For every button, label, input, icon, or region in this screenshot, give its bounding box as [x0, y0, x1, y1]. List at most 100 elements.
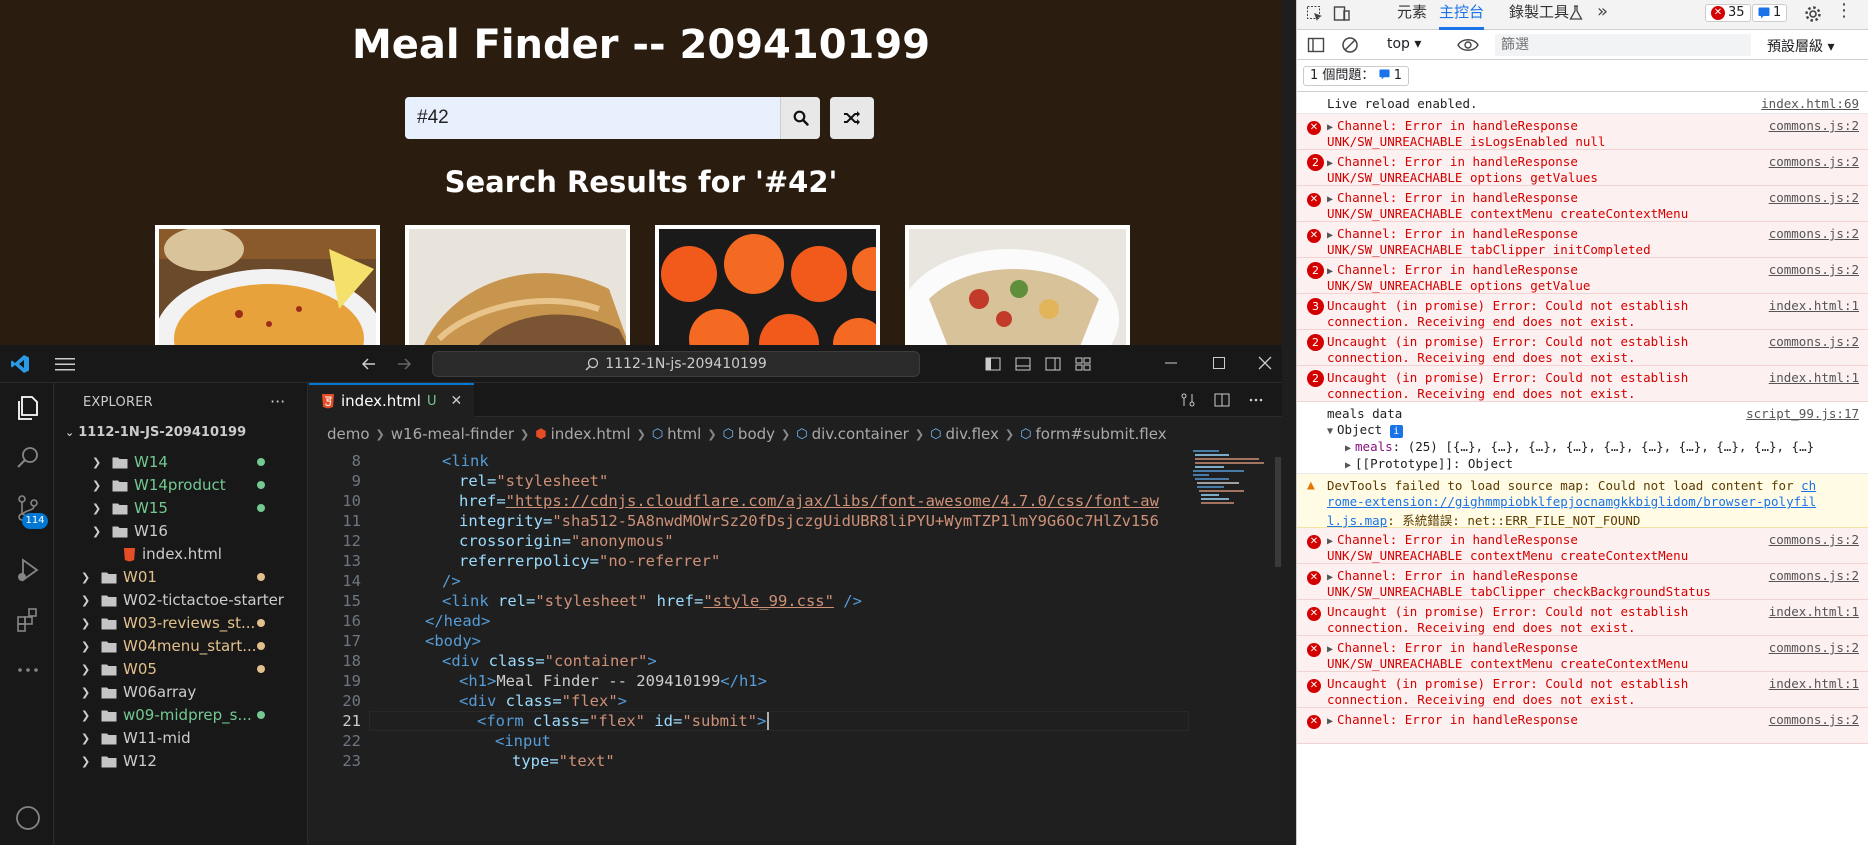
breadcrumb-item[interactable]: html	[667, 425, 701, 443]
console-filter-input[interactable]	[1495, 34, 1751, 56]
issues-button[interactable]: 1 個問題： 1	[1303, 66, 1409, 86]
console-error[interactable]: 2 Uncaught (in promise) Error: Could not …	[1297, 330, 1868, 366]
console-error[interactable]: 2 ▶ Channel: Error in handleResponse UNK/SW…	[1297, 150, 1868, 186]
random-button[interactable]	[830, 97, 874, 139]
source-link[interactable]: commons.js:2	[1769, 118, 1859, 133]
tree-item[interactable]: ❯ W01	[81, 566, 265, 588]
console-error[interactable]: ✕ ▶ Channel: Error in handleResponse UNK/SW…	[1297, 186, 1868, 222]
breadcrumb-item[interactable]: demo	[327, 425, 370, 443]
more-tabs-icon[interactable]: »	[1597, 1, 1608, 22]
source-link[interactable]: index.html:1	[1769, 298, 1859, 313]
search-button[interactable]	[780, 97, 820, 139]
eye-icon[interactable]	[1457, 37, 1479, 53]
expand-triangle-icon[interactable]: ▶	[1345, 460, 1351, 471]
close-tab-icon[interactable]: ✕	[451, 393, 463, 409]
console-error[interactable]: ✕ ▶ Channel: Error in handleResponse UNK/SW…	[1297, 114, 1868, 150]
console-message[interactable]: Live reload enabled. index.html:69	[1297, 92, 1868, 114]
device-toolbar-icon[interactable]	[1333, 5, 1351, 23]
error-count-badge[interactable]: ✕ 35	[1705, 4, 1751, 22]
clear-console-icon[interactable]	[1341, 36, 1359, 54]
expand-triangle-icon[interactable]: ▶	[1345, 443, 1351, 454]
maximize-icon[interactable]	[1210, 354, 1228, 372]
console-error[interactable]: 3 Uncaught (in promise) Error: Could not …	[1297, 294, 1868, 330]
open-changes-icon[interactable]	[1180, 392, 1196, 408]
toggle-sidebar-icon[interactable]	[985, 356, 1001, 372]
expand-triangle-icon[interactable]: ▶	[1327, 158, 1333, 169]
explorer-icon[interactable]	[13, 393, 43, 423]
meal-card[interactable]	[155, 225, 380, 355]
tree-item[interactable]: ❯ W05	[81, 658, 265, 680]
tree-item[interactable]: ❯ W12	[81, 750, 157, 772]
expand-triangle-icon[interactable]: ▶	[1327, 536, 1333, 547]
customize-layout-icon[interactable]	[1075, 356, 1091, 372]
source-link[interactable]: commons.js:2	[1769, 568, 1859, 583]
expand-triangle-icon[interactable]: ▶	[1327, 230, 1333, 241]
source-link[interactable]: index.html:1	[1769, 370, 1859, 385]
extensions-icon[interactable]	[13, 605, 43, 635]
source-link[interactable]: index.html:1	[1769, 604, 1859, 619]
source-link[interactable]: index.html:69	[1761, 96, 1859, 111]
console-error[interactable]: ✕ Uncaught (in promise) Error: Could not …	[1297, 672, 1868, 708]
source-link[interactable]: script_99.js:17	[1746, 406, 1859, 421]
source-link[interactable]: commons.js:2	[1769, 226, 1859, 241]
console-log-meals[interactable]: meals data script_99.js:17 ▼ Object i ▶ meals…	[1297, 402, 1868, 474]
sidebar-toggle-icon[interactable]	[1307, 36, 1325, 54]
breadcrumb-item[interactable]: div.flex	[945, 425, 998, 443]
minimap[interactable]	[1189, 447, 1282, 845]
expand-triangle-icon[interactable]: ▶	[1327, 122, 1333, 133]
console-error[interactable]: 2 ▶ Channel: Error in handleResponse UNK/SW…	[1297, 258, 1868, 294]
source-link[interactable]: commons.js:2	[1769, 712, 1859, 727]
tree-item[interactable]: ❯ W06array	[81, 681, 196, 703]
tree-item[interactable]: ❯ W15	[92, 497, 265, 519]
console-error[interactable]: ✕ Uncaught (in promise) Error: Could not …	[1297, 600, 1868, 636]
breadcrumb-item[interactable]: w16-meal-finder	[391, 425, 514, 443]
console-error[interactable]: ✕ ▶ Channel: Error in handleResponse UNK/SW…	[1297, 528, 1868, 564]
tree-item[interactable]: ❯ W16	[92, 520, 168, 542]
source-link[interactable]: commons.js:2	[1769, 640, 1859, 655]
tree-item[interactable]: ❯ W11-mid	[81, 727, 191, 749]
tree-item[interactable]: ❯ W14product	[92, 474, 265, 496]
search-icon[interactable]	[13, 443, 43, 473]
tree-item[interactable]: ❯ W02-tictactoe-starter	[81, 589, 284, 611]
tab-recorder[interactable]: 錄製工具	[1509, 0, 1569, 30]
expand-triangle-icon[interactable]: ▶	[1327, 572, 1333, 583]
meal-card[interactable]	[655, 225, 880, 355]
run-debug-icon[interactable]	[13, 555, 43, 585]
expand-triangle-icon[interactable]: ▶	[1327, 644, 1333, 655]
context-selector[interactable]: top ▾	[1387, 36, 1421, 52]
source-link[interactable]: commons.js:2	[1769, 262, 1859, 277]
source-link[interactable]: commons.js:2	[1769, 532, 1859, 547]
message-count-badge[interactable]: 1	[1752, 4, 1788, 22]
more-icon[interactable]	[13, 655, 43, 685]
workspace-root[interactable]: ⌄ 1112-1N-JS-209410199	[65, 425, 246, 440]
inspect-element-icon[interactable]	[1306, 5, 1324, 23]
account-icon[interactable]	[13, 803, 43, 833]
source-link[interactable]: commons.js:2	[1769, 190, 1859, 205]
tab-index-html[interactable]: index.html U ✕	[309, 383, 474, 417]
source-link[interactable]: index.html:1	[1769, 676, 1859, 691]
source-link[interactable]: commons.js:2	[1769, 334, 1859, 349]
source-control-button[interactable]: 114	[0, 493, 54, 533]
log-levels-dropdown[interactable]: 預設層級 ▾	[1767, 36, 1834, 56]
source-link[interactable]: commons.js:2	[1769, 154, 1859, 169]
console-error[interactable]: 2 Uncaught (in promise) Error: Could not …	[1297, 366, 1868, 402]
gear-icon[interactable]	[1804, 5, 1822, 23]
tab-elements[interactable]: 元素	[1397, 0, 1427, 30]
kebab-menu-icon[interactable]: ⋮	[1835, 0, 1853, 21]
expand-triangle-icon[interactable]: ▶	[1327, 194, 1333, 205]
meal-card[interactable]	[905, 225, 1130, 355]
tree-item[interactable]: ❯ W04menu_start...	[81, 635, 265, 657]
console-error[interactable]: ✕ ▶ Channel: Error in handleResponse UNK/SW…	[1297, 636, 1868, 672]
tree-item[interactable]: ❯ W14	[92, 451, 265, 473]
expand-triangle-icon[interactable]: ▼	[1327, 426, 1333, 437]
split-editor-icon[interactable]	[1214, 392, 1230, 408]
console-warning[interactable]: ▲ DevTools failed to load source map: Cou…	[1297, 474, 1868, 528]
toggle-secondary-sidebar-icon[interactable]	[1045, 356, 1061, 372]
command-center[interactable]: 1112-1N-js-209410199	[432, 351, 920, 377]
breadcrumb-item[interactable]: body	[738, 425, 775, 443]
scrollbar-thumb[interactable]	[1275, 457, 1281, 567]
console-error[interactable]: ✕ ▶ Channel: Error in handleResponse UNK/SW…	[1297, 222, 1868, 258]
console-error[interactable]: ✕ ▶ Channel: Error in handleResponse UNK/SW…	[1297, 564, 1868, 600]
tab-console[interactable]: 主控台	[1439, 0, 1485, 30]
more-actions-icon[interactable]	[1248, 392, 1264, 408]
